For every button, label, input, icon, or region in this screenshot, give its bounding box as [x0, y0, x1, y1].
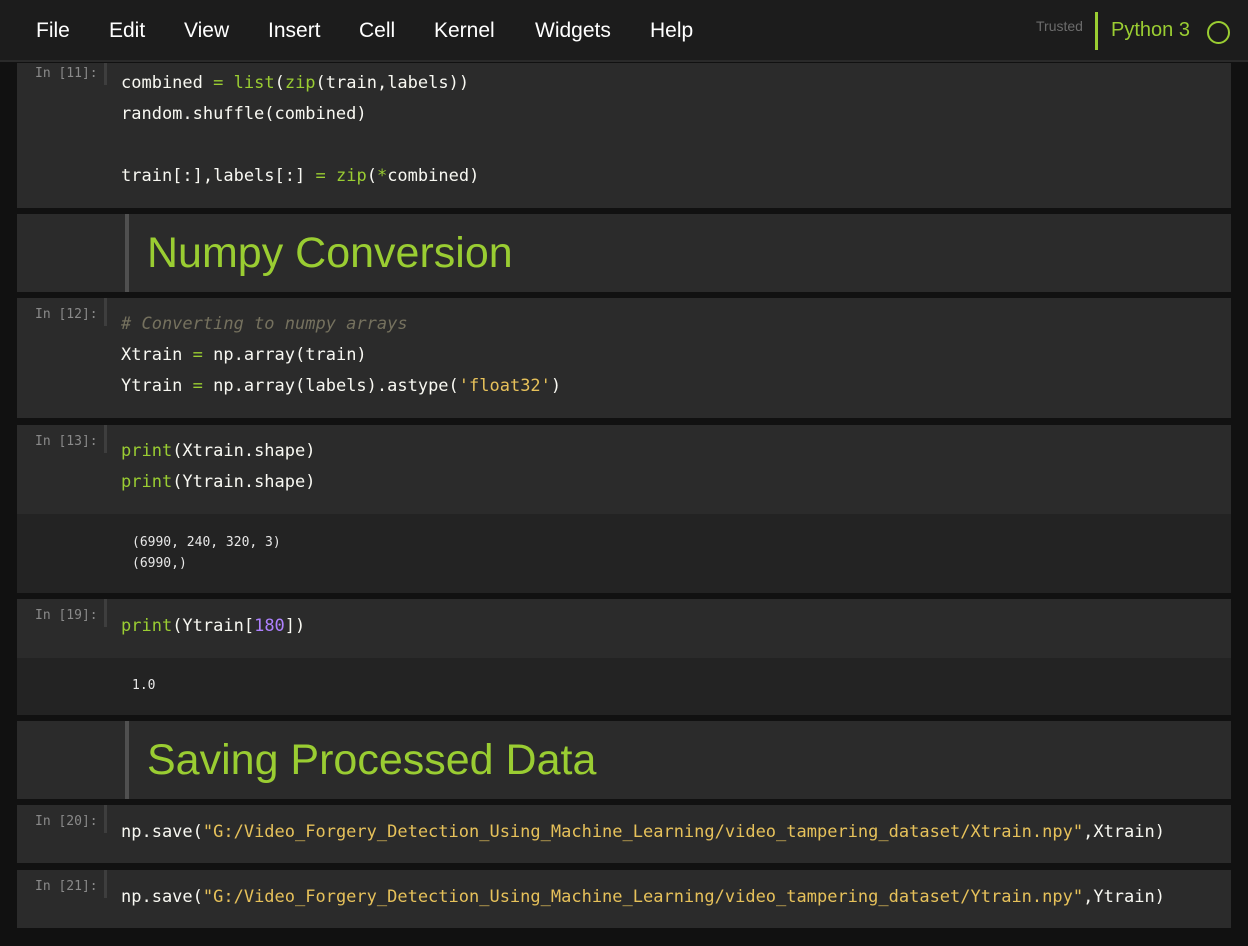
- code-token: "G:/Video_Forgery_Detection_Using_Machin…: [202, 822, 1084, 842]
- code-cell-11[interactable]: In [11]: combined = list(zip(train,label…: [17, 63, 1231, 208]
- code-token: (Ytrain[: [172, 616, 255, 636]
- code-token: (: [366, 166, 377, 186]
- markdown-cell-numpy-conversion[interactable]: Numpy Conversion: [17, 214, 1231, 292]
- code-line: print(Ytrain.shape): [121, 472, 315, 492]
- code-token: print: [121, 472, 173, 492]
- output-line: (6990, 240, 320, 3): [132, 535, 281, 550]
- code-cell-21[interactable]: In [21]: np.save("G:/Video_Forgery_Detec…: [17, 870, 1231, 928]
- code-token: list: [233, 73, 275, 93]
- code-line: print(Xtrain.shape): [121, 441, 315, 461]
- code-token: (: [274, 73, 285, 93]
- code-token: "G:/Video_Forgery_Detection_Using_Machin…: [202, 887, 1084, 907]
- code-cell-13[interactable]: In [13]: (6990, 240, 320, 3) (6990,) pri…: [17, 425, 1231, 593]
- prompt-divider: [104, 599, 107, 627]
- code-token: print: [121, 616, 173, 636]
- code-token: ): [550, 376, 562, 396]
- code-line: Xtrain = np.array(train): [121, 345, 367, 365]
- code-token: zip: [284, 73, 316, 93]
- menu-view[interactable]: View: [184, 19, 229, 43]
- code-token: np.save(: [121, 822, 203, 842]
- code-token: 'float32': [458, 376, 551, 396]
- code-token: combined): [387, 166, 480, 186]
- cell-output: 1.0: [17, 658, 1231, 715]
- prompt-divider: [104, 805, 107, 833]
- cell-prompt: In [11]:: [35, 66, 98, 81]
- code-token: (train,labels)): [315, 73, 470, 93]
- kernel-idle-icon: [1207, 21, 1230, 44]
- menu-insert[interactable]: Insert: [268, 19, 321, 43]
- code-token: *: [376, 166, 388, 186]
- code-token: ,Xtrain): [1083, 822, 1165, 842]
- heading-rule: [125, 214, 129, 292]
- prompt-divider: [104, 63, 107, 85]
- output-line: 1.0: [132, 678, 156, 693]
- code-token: =: [315, 166, 326, 186]
- cell-prompt: In [20]:: [35, 814, 98, 829]
- code-token: Xtrain: [121, 345, 193, 365]
- code-token: ]): [284, 616, 306, 636]
- trusted-indicator[interactable]: Trusted: [1036, 18, 1083, 34]
- cell-prompt: In [21]:: [35, 879, 98, 894]
- prompt-divider: [104, 298, 107, 326]
- menu-file[interactable]: File: [36, 19, 70, 43]
- code-token: np.save(: [121, 887, 203, 907]
- code-token: np.array(labels).astype(: [202, 376, 459, 396]
- cell-prompt: In [13]:: [35, 434, 98, 449]
- code-cell-20[interactable]: In [20]: np.save("G:/Video_Forgery_Detec…: [17, 805, 1231, 863]
- code-token: train[:],labels[:]: [121, 166, 316, 186]
- markdown-cell-saving-processed-data[interactable]: Saving Processed Data: [17, 721, 1231, 799]
- code-line: print(Ytrain[180]): [121, 616, 305, 636]
- code-cell-12[interactable]: In [12]: # Converting to numpy arrays Xtr…: [17, 298, 1231, 418]
- code-token: (Ytrain.shape): [172, 472, 316, 492]
- menu-widgets[interactable]: Widgets: [535, 19, 611, 43]
- code-token: print: [121, 441, 173, 461]
- kernel-separator: [1095, 12, 1098, 50]
- menu-help[interactable]: Help: [650, 19, 693, 43]
- section-heading: Numpy Conversion: [147, 229, 513, 277]
- code-token: (Xtrain.shape): [172, 441, 316, 461]
- code-cell-19[interactable]: In [19]: 1.0 print(Ytrain[180]): [17, 599, 1231, 715]
- cell-output: (6990, 240, 320, 3) (6990,): [17, 514, 1231, 593]
- code-token: 180: [254, 616, 285, 636]
- code-token: =: [192, 345, 203, 365]
- code-line: train[:],labels[:] = zip(*combined): [121, 166, 479, 186]
- cell-prompt: In [12]:: [35, 307, 98, 322]
- code-line: Ytrain = np.array(labels).astype('float3…: [121, 376, 561, 396]
- code-line: np.save("G:/Video_Forgery_Detection_Usin…: [121, 887, 1165, 907]
- menubar: File Edit View Insert Cell Kernel Widget…: [0, 0, 1248, 62]
- code-token: combined: [121, 73, 214, 93]
- menu-kernel[interactable]: Kernel: [434, 19, 495, 43]
- code-line: # Converting to numpy arrays: [121, 314, 408, 334]
- code-token: zip: [335, 166, 367, 186]
- heading-rule: [125, 721, 129, 799]
- code-token: Ytrain: [121, 376, 193, 396]
- cell-prompt: In [19]:: [35, 608, 98, 623]
- code-token: np.array(train): [202, 345, 367, 365]
- output-line: (6990,): [132, 556, 187, 571]
- code-line: random.shuffle(combined): [121, 104, 367, 124]
- menu-edit[interactable]: Edit: [109, 19, 145, 43]
- code-line: combined = list(zip(train,labels)): [121, 73, 469, 93]
- code-token: # Converting to numpy arrays: [121, 314, 408, 334]
- code-token: random.shuffle(combined): [121, 104, 367, 124]
- code-token: =: [192, 376, 203, 396]
- menu-cell[interactable]: Cell: [359, 19, 395, 43]
- prompt-divider: [104, 870, 107, 898]
- code-token: =: [213, 73, 224, 93]
- code-token: ,Ytrain): [1083, 887, 1165, 907]
- code-line: np.save("G:/Video_Forgery_Detection_Usin…: [121, 822, 1165, 842]
- kernel-name[interactable]: Python 3: [1111, 19, 1190, 42]
- prompt-divider: [104, 425, 107, 453]
- section-heading: Saving Processed Data: [147, 736, 597, 784]
